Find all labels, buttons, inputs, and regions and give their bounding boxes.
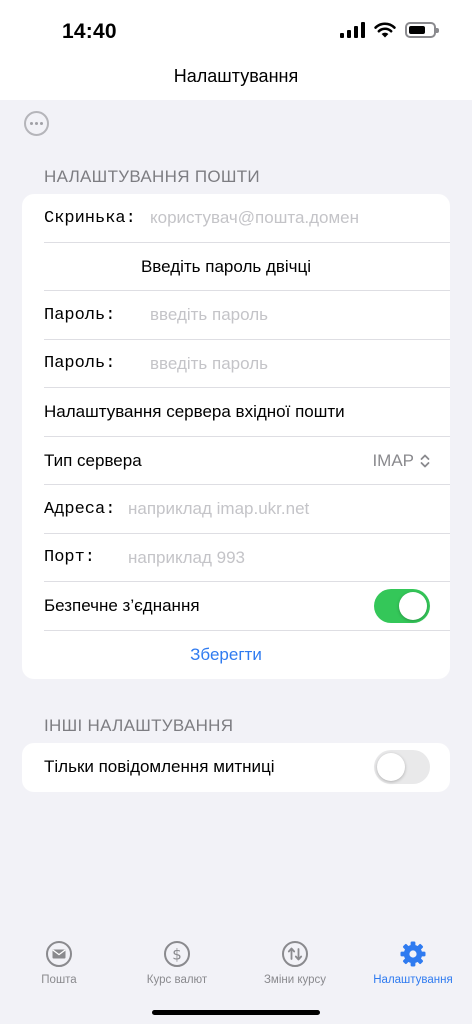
mailbox-row: Скринька:	[22, 194, 450, 243]
more-dots-icon	[30, 122, 33, 125]
more-dot	[40, 122, 43, 125]
tab-rate-changes-label: Зміни курсу	[263, 974, 327, 986]
dollar-icon: $	[164, 941, 190, 967]
chevron-updown-icon	[420, 454, 430, 468]
tab-exchange-rate-label: Курс валют	[146, 974, 208, 986]
incoming-server-title: Налаштування сервера вхідної пошти	[44, 402, 345, 422]
battery-icon	[405, 22, 439, 38]
secure-connection-label: Безпечне з’єднання	[44, 596, 200, 616]
tab-settings[interactable]: Налаштування	[354, 926, 472, 1024]
server-type-picker[interactable]: IMAP	[372, 451, 430, 471]
tab-settings-label: Налаштування	[373, 974, 453, 986]
envelope-icon	[46, 941, 72, 967]
wifi-icon	[374, 22, 396, 38]
save-button[interactable]: Зберегти	[190, 645, 262, 665]
cellular-signal-icon	[340, 22, 365, 38]
arrows-updown-icon	[282, 941, 308, 967]
tab-mail[interactable]: Пошта	[0, 926, 118, 1024]
address-input[interactable]	[128, 499, 430, 520]
password-confirm-input[interactable]	[150, 353, 430, 374]
other-settings-header: ІНШІ НАЛАШТУВАННЯ	[44, 716, 234, 735]
mail-settings-card: Скринька: Введіть пароль двічці Пароль: …	[22, 194, 450, 679]
toggle-knob	[377, 753, 405, 782]
svg-text:$: $	[172, 946, 182, 964]
status-bar: 14:40	[0, 0, 472, 56]
secure-connection-row: Безпечне з’єднання	[22, 582, 450, 631]
more-options-button[interactable]	[24, 111, 49, 136]
server-type-row[interactable]: Тип сервера IMAP	[22, 437, 450, 486]
tab-mail-label: Пошта	[41, 974, 77, 986]
customs-only-label: Тільки повідомлення митниці	[44, 757, 275, 777]
password-row: Пароль:	[22, 291, 450, 340]
mailbox-label: Скринька:	[44, 208, 136, 228]
page-title: Налаштування	[173, 66, 299, 86]
status-time: 14:40	[62, 20, 117, 43]
navigation-bar: Налаштування	[0, 56, 472, 100]
password-hint-text: Введіть пароль двічці	[140, 256, 312, 276]
password-confirm-row: Пароль:	[22, 340, 450, 389]
incoming-server-title-row: Налаштування сервера вхідної пошти	[22, 388, 450, 437]
port-input[interactable]	[128, 547, 430, 568]
home-indicator	[152, 1010, 320, 1015]
server-type-label: Тип сервера	[44, 450, 142, 470]
port-row: Порт:	[22, 534, 450, 583]
customs-only-row: Тільки повідомлення митниці	[22, 743, 450, 792]
customs-only-toggle[interactable]	[374, 750, 430, 785]
port-label: Порт:	[44, 548, 96, 568]
password-hint-row: Введіть пароль двічці	[22, 243, 450, 292]
mailbox-input[interactable]	[150, 208, 430, 229]
password-input[interactable]	[150, 305, 430, 326]
gear-icon	[400, 941, 426, 967]
mail-settings-header: НАЛАШТУВАННЯ ПОШТИ	[44, 167, 260, 186]
address-row: Адреса:	[22, 485, 450, 534]
password-confirm-label: Пароль:	[44, 354, 116, 374]
status-icons	[340, 22, 439, 38]
server-type-value: IMAP	[372, 450, 414, 470]
password-label: Пароль:	[44, 305, 116, 325]
more-dot	[35, 122, 38, 125]
toggle-knob	[399, 592, 427, 621]
secure-connection-toggle[interactable]	[374, 589, 430, 624]
other-settings-card: Тільки повідомлення митниці	[22, 743, 450, 792]
address-label: Адреса:	[44, 499, 116, 519]
save-row: Зберегти	[22, 631, 450, 680]
